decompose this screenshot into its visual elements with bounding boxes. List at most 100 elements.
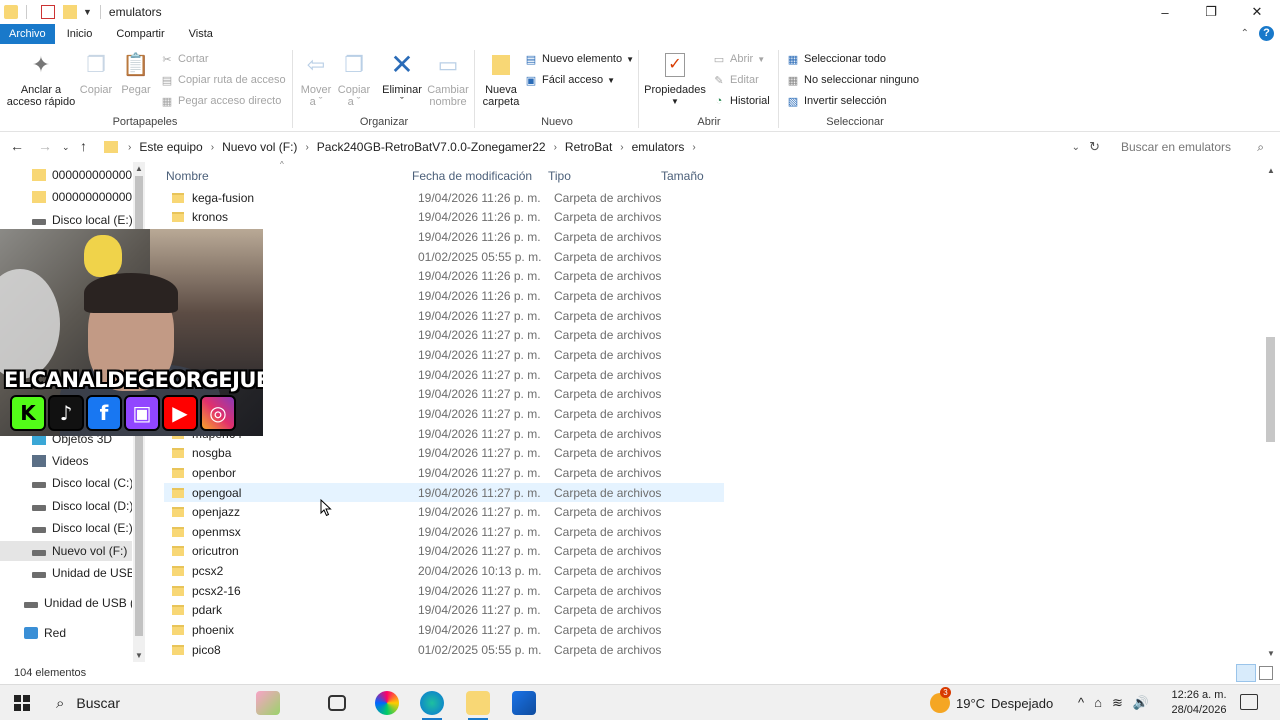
breadcrumb-este-equipo[interactable]: Este equipo bbox=[135, 140, 206, 154]
nav-item[interactable]: Disco local (C:) bbox=[0, 473, 132, 493]
nav-item[interactable]: 00000000000000000 bbox=[0, 187, 132, 207]
address-dropdown-icon[interactable]: ⌄ bbox=[1072, 142, 1080, 153]
minimize-button[interactable]: – bbox=[1142, 0, 1188, 24]
file-row[interactable]: openbor 19/04/2026 11:27 p. m. Carpeta de … bbox=[164, 463, 724, 483]
outlook-icon[interactable] bbox=[512, 691, 536, 715]
tab-inicio[interactable]: Inicio bbox=[55, 24, 105, 44]
collapse-ribbon-icon[interactable]: ⌃ bbox=[1241, 28, 1249, 39]
column-header-size[interactable]: Tamaño bbox=[661, 166, 704, 186]
copy-button[interactable]: ❐ Copiar bbox=[78, 50, 114, 97]
volume-icon[interactable]: 🔊 bbox=[1133, 695, 1149, 711]
column-header-name[interactable]: Nombre bbox=[166, 166, 209, 186]
column-header-date[interactable]: Fecha de modificación bbox=[412, 166, 532, 186]
breadcrumb-separator[interactable]: › bbox=[616, 142, 627, 153]
file-row[interactable]: kronos 19/04/2026 11:26 p. m. Carpeta de a… bbox=[164, 208, 724, 228]
tab-compartir[interactable]: Compartir bbox=[104, 24, 176, 44]
delete-button[interactable]: ✕ Eliminar ˇ bbox=[380, 50, 424, 109]
move-to-button[interactable]: ⇦ Mover a ˇ bbox=[296, 50, 336, 109]
copilot-icon[interactable] bbox=[375, 691, 399, 715]
rename-button[interactable]: ▭ Cambiar nombre bbox=[424, 50, 472, 109]
close-button[interactable]: ✕ bbox=[1234, 0, 1280, 24]
nav-item[interactable]: Videos bbox=[0, 451, 132, 471]
file-row[interactable]: pdark 19/04/2026 11:27 p. m. Carpeta de ar… bbox=[164, 601, 724, 621]
file-row[interactable]: phoenix 19/04/2026 11:27 p. m. Carpeta de … bbox=[164, 620, 724, 640]
breadcrumb-separator[interactable]: › bbox=[550, 142, 561, 153]
help-icon[interactable]: ? bbox=[1259, 26, 1274, 41]
clock[interactable]: 12:26 a. m. 28/04/2026 bbox=[1166, 688, 1232, 718]
search-icon[interactable]: ⌕ bbox=[1257, 140, 1264, 155]
tray-device-icon[interactable]: ⌂ bbox=[1094, 695, 1102, 711]
notifications-icon[interactable] bbox=[1240, 694, 1258, 710]
select-none-button[interactable]: ▦ No seleccionar ninguno bbox=[786, 73, 919, 87]
tab-archivo[interactable]: Archivo bbox=[0, 24, 55, 44]
open-button[interactable]: ▭ Abrir ▼ bbox=[712, 52, 765, 66]
tab-vista[interactable]: Vista bbox=[177, 24, 225, 44]
file-row[interactable]: pico8 01/02/2025 05:55 p. m. Carpeta de ar… bbox=[164, 640, 724, 660]
breadcrumb-emulators[interactable]: emulators bbox=[628, 140, 689, 154]
tray-chevron-icon[interactable]: ^ bbox=[1078, 695, 1084, 711]
properties-button[interactable]: ✓ Propiedades ▼ bbox=[642, 50, 708, 108]
breadcrumb-retrobat[interactable]: RetroBat bbox=[561, 140, 616, 154]
wifi-icon[interactable]: ≋ bbox=[1112, 695, 1123, 711]
scrollbar-thumb[interactable] bbox=[1266, 337, 1275, 442]
nav-item[interactable]: Disco local (E:) bbox=[0, 518, 132, 538]
nav-item[interactable]: Red bbox=[0, 623, 132, 643]
file-row[interactable]: opengoal 19/04/2026 11:27 p. m. Carpeta de… bbox=[164, 482, 724, 503]
breadcrumb-drive[interactable]: Nuevo vol (F:) bbox=[218, 140, 301, 154]
breadcrumb-separator[interactable]: › bbox=[124, 142, 135, 153]
file-row[interactable]: openmsx 19/04/2026 11:27 p. m. Carpeta de … bbox=[164, 522, 724, 542]
scroll-down-icon[interactable]: ▼ bbox=[135, 651, 143, 660]
scroll-down-icon[interactable]: ▼ bbox=[1267, 649, 1275, 658]
paste-shortcut-button[interactable]: ▦ Pegar acceso directo bbox=[160, 94, 282, 108]
refresh-icon[interactable]: ↻ bbox=[1089, 139, 1100, 155]
back-arrow-icon[interactable]: ← bbox=[10, 138, 24, 154]
file-row[interactable]: openjazz 19/04/2026 11:27 p. m. Carpeta de… bbox=[164, 502, 724, 522]
search-input[interactable]: Buscar en emulators ⌕ bbox=[1112, 135, 1272, 159]
breadcrumb-separator[interactable]: › bbox=[688, 142, 699, 153]
file-explorer-icon[interactable] bbox=[466, 691, 490, 720]
column-header-type[interactable]: Tipo bbox=[548, 166, 571, 186]
history-button[interactable]: ◔ Historial bbox=[712, 94, 770, 108]
pin-quick-access-button[interactable]: ✦ Anclar a acceso rápido bbox=[6, 50, 76, 109]
breadcrumb-separator[interactable]: › bbox=[301, 142, 312, 153]
widgets-gift-icon[interactable] bbox=[256, 691, 280, 715]
address-bar[interactable]: › Este equipo › Nuevo vol (F:) › Pack240… bbox=[100, 135, 1108, 159]
easy-access-button[interactable]: ▣ Fácil acceso ▼ bbox=[524, 73, 615, 87]
properties-quick-icon[interactable] bbox=[41, 5, 55, 19]
quick-access-toolbar-caret-icon[interactable]: ▼ bbox=[83, 7, 92, 17]
nav-item[interactable]: Unidad de USB (G bbox=[0, 563, 132, 583]
file-row[interactable]: oricutron 19/04/2026 11:27 p. m. Carpeta d… bbox=[164, 542, 724, 562]
file-row[interactable]: pcsx2-16 19/04/2026 11:27 p. m. Carpeta de… bbox=[164, 581, 724, 601]
new-item-button[interactable]: ▤ Nuevo elemento ▼ bbox=[524, 52, 634, 66]
nav-item[interactable]: 00000000000000000 bbox=[0, 165, 132, 185]
nav-item[interactable]: Disco local (E:) bbox=[0, 210, 132, 230]
restore-button[interactable]: ❐ bbox=[1188, 0, 1234, 24]
paste-button[interactable]: 📋 Pegar bbox=[118, 50, 154, 97]
file-row[interactable]: pcsx2 20/04/2026 10:13 p. m. Carpeta de ar… bbox=[164, 561, 724, 581]
weather-widget[interactable]: 3 19°C Despejado bbox=[930, 685, 1053, 720]
copy-to-button[interactable]: ❐ Copiar a ˇ bbox=[334, 50, 374, 109]
windows-start-icon[interactable] bbox=[14, 695, 30, 711]
new-folder-quick-icon[interactable] bbox=[63, 5, 77, 19]
scroll-up-icon[interactable]: ▲ bbox=[135, 164, 143, 173]
breadcrumb-separator[interactable]: › bbox=[207, 142, 218, 153]
scroll-up-icon[interactable]: ▲ bbox=[1267, 166, 1275, 175]
taskbar-search[interactable]: ⌕ Buscar bbox=[46, 685, 246, 720]
up-arrow-icon[interactable]: ↑ bbox=[80, 138, 87, 154]
nav-item[interactable]: Nuevo vol (F:) bbox=[0, 541, 132, 561]
forward-arrow-icon[interactable]: → bbox=[38, 138, 52, 154]
select-all-button[interactable]: ▦ Seleccionar todo bbox=[786, 52, 886, 66]
new-folder-button[interactable]: Nueva carpeta bbox=[478, 50, 524, 108]
nav-item[interactable]: Disco local (D:) bbox=[0, 496, 132, 516]
file-row[interactable]: nosgba 19/04/2026 11:27 p. m. Carpeta de a… bbox=[164, 443, 724, 463]
nav-item[interactable]: Unidad de USB (G bbox=[0, 593, 132, 613]
file-row[interactable]: kega-fusion 19/04/2026 11:26 p. m. Carpeta… bbox=[164, 188, 724, 208]
large-icons-view-icon[interactable] bbox=[1259, 666, 1273, 680]
file-list-scrollbar[interactable]: ▲ ▼ bbox=[1264, 162, 1280, 662]
edge-browser-icon[interactable] bbox=[420, 691, 444, 720]
recent-locations-chevron-icon[interactable]: ⌄ bbox=[62, 142, 70, 153]
copy-path-button[interactable]: ▤ Copiar ruta de acceso bbox=[160, 73, 286, 87]
edit-button[interactable]: ✎ Editar bbox=[712, 73, 758, 87]
invert-selection-button[interactable]: ▧ Invertir selección bbox=[786, 94, 887, 108]
cut-button[interactable]: ✂ Cortar bbox=[160, 52, 208, 66]
